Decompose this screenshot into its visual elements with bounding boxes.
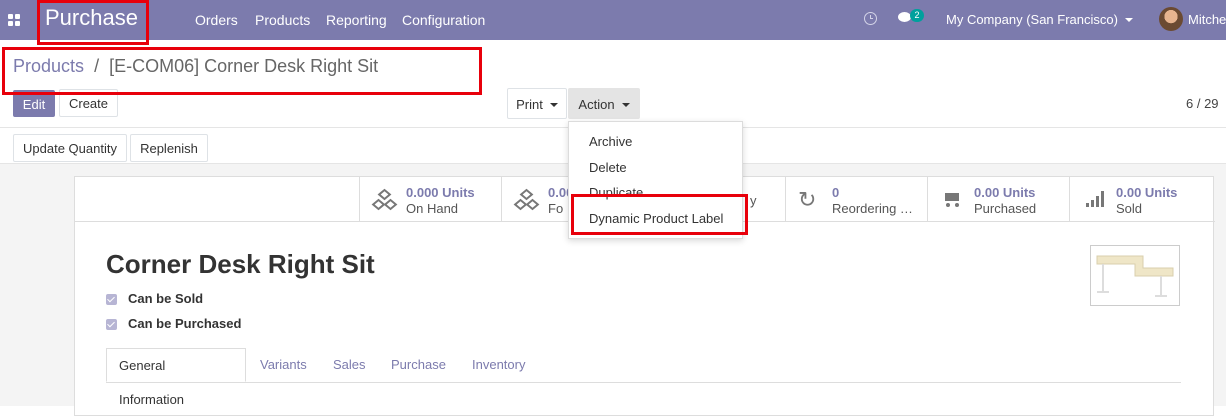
- highlight-breadcrumb: [2, 47, 482, 95]
- cubes-icon: [513, 188, 540, 212]
- product-image[interactable]: [1090, 245, 1180, 306]
- action-button-label: Action: [578, 97, 615, 112]
- tab-sales[interactable]: Sales: [333, 348, 366, 382]
- tab-inventory[interactable]: Inventory: [472, 348, 525, 382]
- print-button[interactable]: Print: [507, 88, 567, 119]
- user-name[interactable]: Mitche: [1188, 12, 1226, 27]
- can-be-purchased-label: Can be Purchased: [128, 316, 242, 331]
- menu-item-archive[interactable]: Archive: [589, 134, 632, 149]
- smart-button-value: 0.00 Units: [974, 185, 1036, 200]
- reordering-smart-button[interactable]: ↻ 0 Reordering …: [785, 177, 927, 221]
- notebook-tabs: General Information Variants Sales Purch…: [106, 348, 1181, 407]
- menu-configuration[interactable]: Configuration: [402, 12, 485, 28]
- on-hand-smart-button[interactable]: 0.000 Units On Hand: [359, 177, 501, 221]
- replenish-button[interactable]: Replenish: [130, 134, 208, 162]
- smart-button-label: Reordering …: [832, 201, 913, 216]
- company-switcher[interactable]: My Company (San Francisco): [946, 12, 1118, 27]
- apps-menu-icon[interactable]: [8, 14, 20, 26]
- caret-down-icon: [549, 102, 558, 107]
- smart-button-value: 0: [832, 185, 840, 200]
- activity-clock-icon[interactable]: [864, 12, 877, 25]
- menu-reporting[interactable]: Reporting: [326, 12, 387, 28]
- product-name: Corner Desk Right Sit: [106, 249, 375, 279]
- smart-button-label: y: [750, 193, 757, 208]
- highlight-app-title: [37, 0, 149, 45]
- print-button-label: Print: [516, 97, 543, 112]
- smart-button-label: Purchased: [974, 201, 1037, 216]
- chat-icon[interactable]: [898, 12, 911, 22]
- highlight-dynamic-product-label: [571, 194, 748, 235]
- can-be-purchased-checkbox[interactable]: [106, 319, 117, 330]
- chat-count-badge: 2: [910, 9, 924, 22]
- smart-button-value: 0.000 Units: [406, 185, 475, 200]
- signal-icon: [1086, 191, 1106, 207]
- record-pager[interactable]: 6 / 29: [1186, 96, 1219, 111]
- menu-item-delete[interactable]: Delete: [589, 160, 627, 175]
- tab-purchase[interactable]: Purchase: [391, 348, 446, 382]
- user-avatar[interactable]: [1159, 7, 1183, 31]
- tab-variants[interactable]: Variants: [260, 348, 307, 382]
- menu-products[interactable]: Products: [255, 12, 310, 28]
- caret-down-icon[interactable]: [1125, 18, 1133, 22]
- smart-button-label: On Hand: [406, 201, 459, 216]
- cubes-icon: [371, 188, 398, 212]
- can-be-sold-label: Can be Sold: [128, 291, 204, 306]
- caret-down-icon: [621, 102, 630, 107]
- smart-button-label: Sold: [1116, 201, 1143, 216]
- update-quantity-button[interactable]: Update Quantity: [13, 134, 127, 162]
- action-button[interactable]: Action: [568, 88, 640, 119]
- menu-orders[interactable]: Orders: [195, 12, 238, 28]
- refresh-icon: ↻: [798, 187, 817, 212]
- can-be-sold-checkbox[interactable]: [106, 294, 117, 305]
- tab-general-information[interactable]: General Information: [106, 348, 246, 407]
- top-navbar: Purchase Orders Products Reporting Confi…: [0, 0, 1226, 40]
- sold-smart-button[interactable]: 0.00 Units Sold: [1069, 177, 1215, 221]
- purchased-smart-button[interactable]: 0.00 Units Purchased: [927, 177, 1069, 221]
- smart-button-value: 0.00 Units: [1116, 185, 1178, 200]
- smart-button-label: Fo: [548, 201, 564, 216]
